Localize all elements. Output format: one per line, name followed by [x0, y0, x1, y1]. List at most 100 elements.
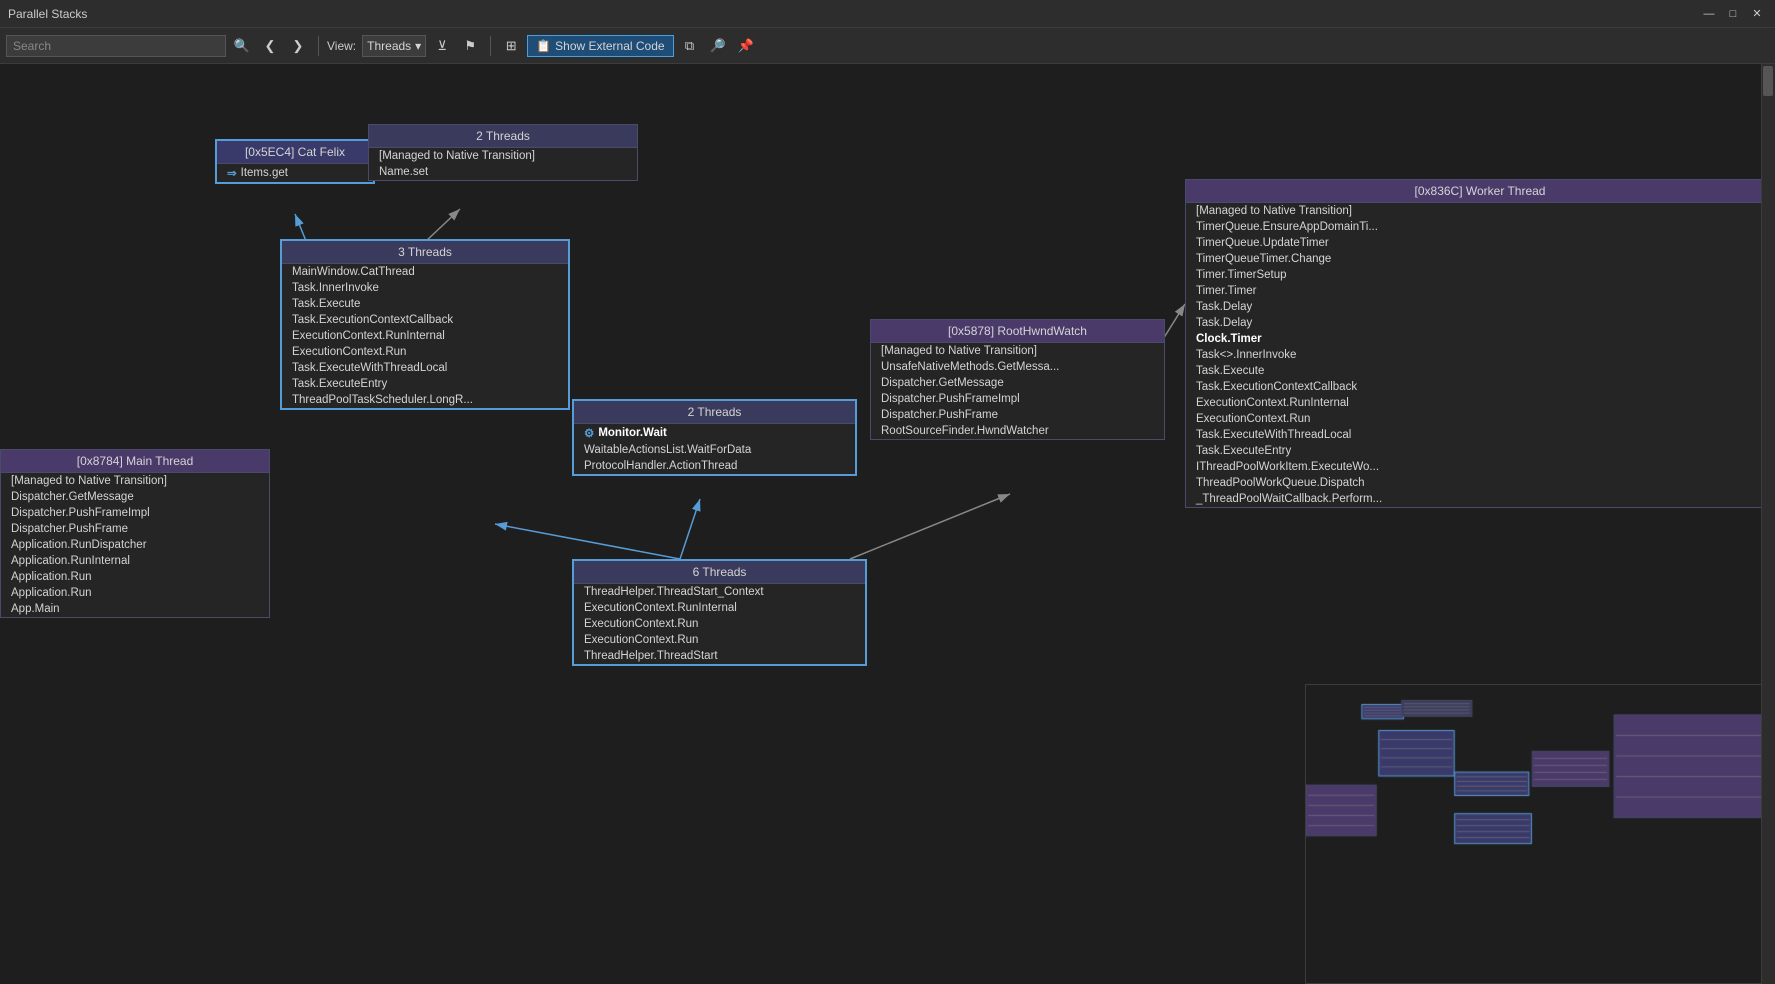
chevron-down-icon: ▾: [415, 39, 421, 53]
node-root-hwnd: [0x5878] RootHwndWatch [Managed to Nativ…: [870, 319, 1165, 440]
mini-map-canvas: [1306, 685, 1775, 984]
layout-icon[interactable]: ⊞: [499, 34, 523, 58]
root-hwnd-item-2: Dispatcher.GetMessage: [871, 375, 1164, 391]
close-button[interactable]: ✕: [1747, 4, 1767, 24]
worker-item-1: TimerQueue.EnsureAppDomainTi...: [1186, 219, 1774, 235]
worker-item-13: ExecutionContext.Run: [1186, 411, 1774, 427]
worker-item-4: Timer.TimerSetup: [1186, 267, 1774, 283]
view-value: Threads: [367, 39, 411, 53]
main-thread-item-4: Application.RunDispatcher: [1, 537, 269, 553]
node-6threads: 6 Threads ThreadHelper.ThreadStart_Conte…: [572, 559, 867, 666]
root-hwnd-item-4: Dispatcher.PushFrame: [871, 407, 1164, 423]
clock-timer-item: Clock.Timer: [1186, 331, 1774, 347]
main-thread-item-2: Dispatcher.PushFrameImpl: [1, 505, 269, 521]
main-thread-item-7: Application.Run: [1, 585, 269, 601]
main-thread-item-5: Application.RunInternal: [1, 553, 269, 569]
worker-thread-header: [0x836C] Worker Thread: [1186, 180, 1774, 203]
worker-item-2: TimerQueue.UpdateTimer: [1186, 235, 1774, 251]
view-dropdown[interactable]: Threads ▾: [362, 35, 426, 57]
3threads-item-5: ExecutionContext.Run: [282, 344, 568, 360]
node-worker-thread: [0x836C] Worker Thread [Managed to Nativ…: [1185, 179, 1775, 508]
main-canvas: [0x5EC4] Cat Felix Items.get 2 Threads […: [0, 64, 1775, 984]
cat-felix-items-get: Items.get: [217, 164, 373, 182]
3threads-item-2: Task.Execute: [282, 296, 568, 312]
back-button[interactable]: ❮: [258, 34, 282, 58]
main-thread-item-8: App.Main: [1, 601, 269, 617]
3threads-item-3: Task.ExecutionContextCallback: [282, 312, 568, 328]
monitor-wait-item: ⚙ Monitor.Wait: [574, 424, 855, 442]
cat-felix-header: [0x5EC4] Cat Felix: [217, 141, 373, 164]
3threads-header: 3 Threads: [282, 241, 568, 264]
root-hwnd-item-1: UnsafeNativeMethods.GetMessa...: [871, 359, 1164, 375]
right-scrollbar[interactable]: [1761, 64, 1775, 984]
worker-item-10: Task.Execute: [1186, 363, 1774, 379]
external-code-icon: 📋: [536, 39, 551, 53]
main-thread-item-1: Dispatcher.GetMessage: [1, 489, 269, 505]
node-3threads: 3 Threads MainWindow.CatThread Task.Inne…: [280, 239, 570, 410]
6threads-item-0: ThreadHelper.ThreadStart_Context: [574, 584, 865, 600]
worker-item-0: [Managed to Native Transition]: [1186, 203, 1774, 219]
filter-icon[interactable]: ⊻: [430, 34, 454, 58]
root-hwnd-header: [0x5878] RootHwndWatch: [871, 320, 1164, 343]
3threads-item-4: ExecutionContext.RunInternal: [282, 328, 568, 344]
separator-1: [318, 36, 319, 56]
2threads-top-header: 2 Threads: [369, 125, 637, 148]
flag-icon[interactable]: ⚑: [458, 34, 482, 58]
6threads-item-1: ExecutionContext.RunInternal: [574, 600, 865, 616]
scrollbar-thumb[interactable]: [1763, 66, 1773, 96]
zoom-icon[interactable]: 🔎: [706, 34, 730, 58]
worker-item-3: TimerQueueTimer.Change: [1186, 251, 1774, 267]
pin-icon[interactable]: 📌: [734, 34, 758, 58]
worker-item-16: IThreadPoolWorkItem.ExecuteWo...: [1186, 459, 1774, 475]
worker-item-17: ThreadPoolWorkQueue.Dispatch: [1186, 475, 1774, 491]
worker-item-12: ExecutionContext.RunInternal: [1186, 395, 1774, 411]
6threads-header: 6 Threads: [574, 561, 865, 584]
3threads-item-0: MainWindow.CatThread: [282, 264, 568, 280]
2threads-top-item-1: Name.set: [369, 164, 637, 180]
worker-item-6: Task.Delay: [1186, 299, 1774, 315]
main-thread-item-0: [Managed to Native Transition]: [1, 473, 269, 489]
worker-item-14: Task.ExecuteWithThreadLocal: [1186, 427, 1774, 443]
3threads-item-7: Task.ExecuteEntry: [282, 376, 568, 392]
search-input[interactable]: [6, 35, 226, 57]
main-thread-item-3: Dispatcher.PushFrame: [1, 521, 269, 537]
6threads-item-4: ThreadHelper.ThreadStart: [574, 648, 865, 664]
node-2threads-top: 2 Threads [Managed to Native Transition]…: [368, 124, 638, 181]
search-icon-btn[interactable]: 🔍: [230, 34, 254, 58]
6threads-item-3: ExecutionContext.Run: [574, 632, 865, 648]
2threads-top-item-0: [Managed to Native Transition]: [369, 148, 637, 164]
2threads-monitor-header: 2 Threads: [574, 401, 855, 424]
worker-item-18: _ThreadPoolWaitCallback.Perform...: [1186, 491, 1774, 507]
monitor-icon: ⚙: [584, 426, 594, 440]
separator-2: [490, 36, 491, 56]
protocol-handler-item: ProtocolHandler.ActionThread: [574, 458, 855, 474]
worker-item-9: Task<>.InnerInvoke: [1186, 347, 1774, 363]
maximize-button[interactable]: □: [1723, 4, 1743, 24]
3threads-item-1: Task.InnerInvoke: [282, 280, 568, 296]
toggle-icon[interactable]: ⧉: [678, 34, 702, 58]
root-hwnd-item-5: RootSourceFinder.HwndWatcher: [871, 423, 1164, 439]
main-thread-header: [0x8784] Main Thread: [1, 450, 269, 473]
main-thread-item-6: Application.Run: [1, 569, 269, 585]
show-external-label: Show External Code: [555, 39, 664, 53]
worker-item-15: Task.ExecuteEntry: [1186, 443, 1774, 459]
worker-item-11: Task.ExecutionContextCallback: [1186, 379, 1774, 395]
worker-item-7: Task.Delay: [1186, 315, 1774, 331]
mini-map: [1305, 684, 1775, 984]
view-label: View:: [327, 39, 356, 53]
worker-item-5: Timer.Timer: [1186, 283, 1774, 299]
app-title: Parallel Stacks: [8, 7, 87, 21]
node-2threads-monitor: 2 Threads ⚙ Monitor.Wait WaitableActions…: [572, 399, 857, 476]
root-hwnd-item-0: [Managed to Native Transition]: [871, 343, 1164, 359]
3threads-item-8: ThreadPoolTaskScheduler.LongR...: [282, 392, 568, 408]
forward-button[interactable]: ❯: [286, 34, 310, 58]
title-controls: — □ ✕: [1699, 4, 1767, 24]
node-cat-felix: [0x5EC4] Cat Felix Items.get: [215, 139, 375, 184]
node-main-thread: [0x8784] Main Thread [Managed to Native …: [0, 449, 270, 618]
minimize-button[interactable]: —: [1699, 4, 1719, 24]
waitable-actions-item: WaitableActionsList.WaitForData: [574, 442, 855, 458]
show-external-button[interactable]: 📋 Show External Code: [527, 35, 673, 57]
3threads-item-6: Task.ExecuteWithThreadLocal: [282, 360, 568, 376]
toolbar: 🔍 ❮ ❯ View: Threads ▾ ⊻ ⚑ ⊞ 📋 Show Exter…: [0, 28, 1775, 64]
root-hwnd-item-3: Dispatcher.PushFrameImpl: [871, 391, 1164, 407]
